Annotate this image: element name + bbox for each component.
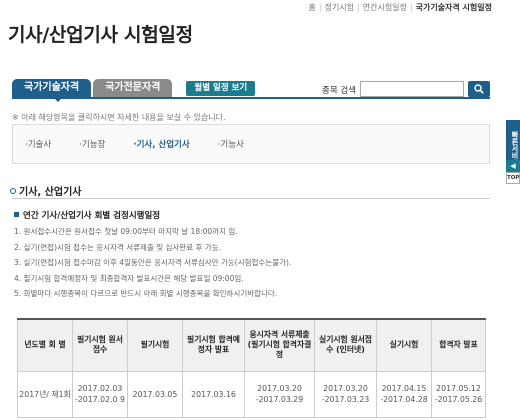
table-cell: 2017.05.12 -2017.05.26 xyxy=(431,370,486,418)
breadcrumb: 홈 | 정기시험 | 연간시험일정 | 국가기술자격 시험일정 xyxy=(309,2,493,13)
search-icon xyxy=(474,84,484,94)
tab-national-technical[interactable]: 국가기술자격 xyxy=(12,79,92,97)
scroll-top-button[interactable]: TOP xyxy=(506,172,520,184)
search-label: 종목 검색 xyxy=(322,86,356,96)
category-filter: ·기술사 ·기능장 ·기사, 산업기사 ·기능사 xyxy=(12,124,490,164)
breadcrumb-annual-schedule[interactable]: 연간시험일정 xyxy=(363,3,407,12)
breadcrumb-separator: | xyxy=(318,3,322,12)
schedule-table: 년도별 회 별 필기시험 원서접수 필기시험 필기시험 합격예정자 발표 응시자… xyxy=(17,318,486,418)
col-header-document-submission: 응시자격 서류제출(필기시험 합격자결정 xyxy=(244,318,315,372)
table-cell: 2017.03.16 xyxy=(182,370,245,418)
collapse-arrow-icon[interactable]: ◀ xyxy=(506,160,520,172)
tab-underline xyxy=(12,97,490,99)
table-header-row: 년도별 회 별 필기시험 원서접수 필기시험 필기시험 합격예정자 발표 응시자… xyxy=(17,318,486,372)
breadcrumb-current: 국가기술자격 시험일정 xyxy=(415,3,492,12)
category-item-master-craftsman[interactable]: ·기능장 xyxy=(79,138,105,150)
breadcrumb-regular-exam[interactable]: 정기시험 xyxy=(325,3,354,12)
table-row: 2017년/ 제1회 2017.02.03 -2017.02.0 9 2017.… xyxy=(17,370,486,418)
subsection-title: 연간 기사/산업기사 회별 검정시행일정 xyxy=(14,209,160,221)
col-header-final-result: 합격자 발표 xyxy=(431,318,486,372)
col-header-year-round: 년도별 회 별 xyxy=(17,318,73,372)
instruction-text: ※ 아래 해당항목을 클릭하시면 자세한 내용을 보실 수 있습니다. xyxy=(12,113,226,122)
note-item: 4. 필기시험 합격예정자 및 최종합격자 발표시간은 해당 발표일 09:00… xyxy=(14,273,244,283)
table-cell: 2017.03.20 -2017.03.29 xyxy=(244,370,315,418)
subsection-title-text: 연간 기사/산업기사 회별 검정시행일정 xyxy=(23,211,161,221)
note-item: 1. 원서접수시간은 원서접수 첫날 09:00부터 마지막 날 18:00까지… xyxy=(14,227,238,236)
section-divider xyxy=(12,198,490,199)
breadcrumb-separator: | xyxy=(409,3,413,12)
col-header-written-application: 필기시험 원서접수 xyxy=(72,318,128,372)
category-item-professional-engineer[interactable]: ·기술사 xyxy=(25,138,51,150)
section-title-text: 기사, 산업기사 xyxy=(19,187,82,198)
tab-national-professional[interactable]: 국가전문자격 xyxy=(93,79,173,97)
col-header-practical-exam: 실기시험 xyxy=(376,318,432,372)
search-input[interactable] xyxy=(360,81,464,97)
notes-list: 1. 원서접수시간은 원서접수 첫날 09:00부터 마지막 날 18:00까지… xyxy=(14,224,291,302)
section-title: 기사, 산업기사 xyxy=(10,183,81,198)
note-item: 2. 실기(면접)시험 접수는 응시자격 서류제출 및 심사완료 후 가능. xyxy=(14,242,221,252)
note-item: 3. 실기(면접)시험 접수마감 이후 4일동안은 응시자격 서류심사만 가능(… xyxy=(14,258,292,267)
page-title: 기사/산업기사 시험일정 xyxy=(8,24,193,46)
table-cell: 2017.04.15 -2017.04.28 xyxy=(376,370,432,418)
table-cell: 2017.02.03 -2017.02.0 9 xyxy=(72,370,128,418)
table-cell: 2017.03.20 -2017.03.23 xyxy=(314,370,377,418)
search-button[interactable] xyxy=(468,81,490,97)
square-bullet-icon xyxy=(14,212,19,217)
col-header-practical-application: 실기시험 원서접수 (인터넷) xyxy=(314,318,377,372)
tab-bar: 국가기술자격 국가전문자격 월별 일정 보기 xyxy=(12,79,256,102)
breadcrumb-home[interactable]: 홈 xyxy=(309,3,316,12)
category-item-engineer-industrial-engineer[interactable]: ·기사, 산업기사 xyxy=(133,138,189,150)
circle-bullet-icon xyxy=(10,188,16,194)
col-header-written-result: 필기시험 합격예정자 발표 xyxy=(182,318,245,372)
table-cell: 2017년/ 제1회 xyxy=(17,370,73,418)
monthly-schedule-button[interactable]: 월별 일정 보기 xyxy=(186,80,256,96)
note-item: 5. 회별마다 시행종목이 다르므로 반드시 아래 회별 시행종목을 확인하시기… xyxy=(14,289,278,298)
col-header-written-exam: 필기시험 xyxy=(127,318,183,372)
breadcrumb-separator: | xyxy=(357,3,360,12)
category-item-craftsman[interactable]: ·기능사 xyxy=(218,138,244,150)
table-cell: 2017.03.05 xyxy=(127,370,183,418)
